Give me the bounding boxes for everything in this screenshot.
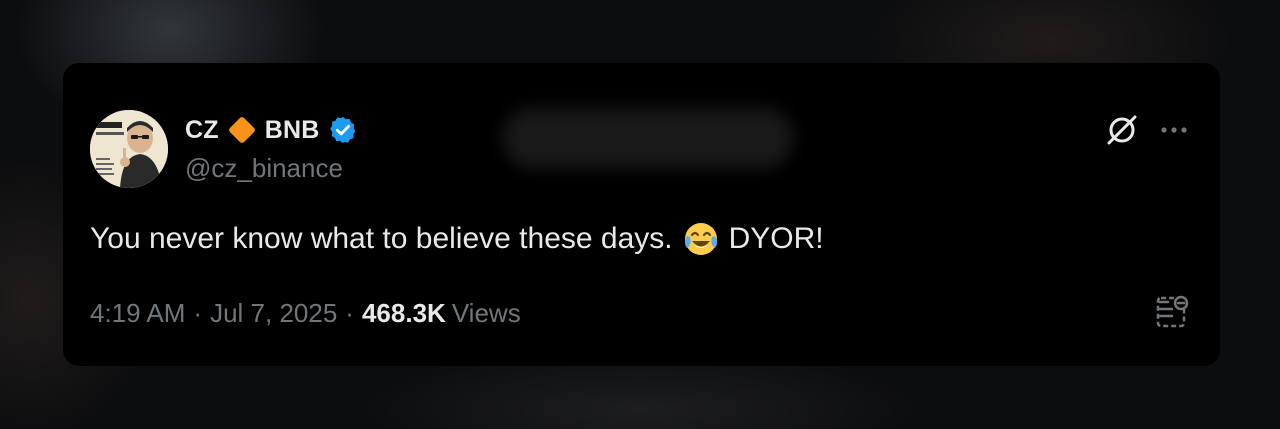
author-handle[interactable]: @cz_binance xyxy=(185,153,343,184)
tweet-date[interactable]: Jul 7, 2025 xyxy=(210,298,337,329)
tweet-text-dyor: DYOR! xyxy=(728,222,824,255)
tweet-text: You never know what to believe these day… xyxy=(90,221,824,257)
more-icon[interactable] xyxy=(1157,115,1191,145)
avatar-illustration xyxy=(90,110,168,188)
author-name-second[interactable]: BNB xyxy=(265,116,320,145)
views-label: Views xyxy=(451,298,521,328)
views-count: 468.3K xyxy=(361,298,446,328)
tweet-meta: 4:19 AM · Jul 7, 2025 · 468.3K Views xyxy=(90,298,521,329)
analytics-icon[interactable] xyxy=(1154,294,1190,330)
author-avatar[interactable] xyxy=(90,110,168,188)
meta-separator: · xyxy=(193,298,203,328)
author-name-row[interactable]: CZ BNB xyxy=(185,111,358,149)
author-name-first[interactable]: CZ xyxy=(185,116,219,145)
meta-separator: · xyxy=(345,298,354,328)
tweet-time[interactable]: 4:19 AM xyxy=(90,298,185,329)
face-with-tears-of-joy-icon xyxy=(683,221,719,257)
verified-badge-icon xyxy=(328,115,358,145)
tweet-text-main: You never know what to believe these day… xyxy=(90,222,673,255)
tweet-card[interactable]: CZ BNB @cz_binance You never know what t… xyxy=(63,63,1220,366)
orange-diamond-icon xyxy=(225,113,259,147)
blurred-overlay xyxy=(503,108,793,168)
grok-icon[interactable] xyxy=(1105,113,1139,147)
